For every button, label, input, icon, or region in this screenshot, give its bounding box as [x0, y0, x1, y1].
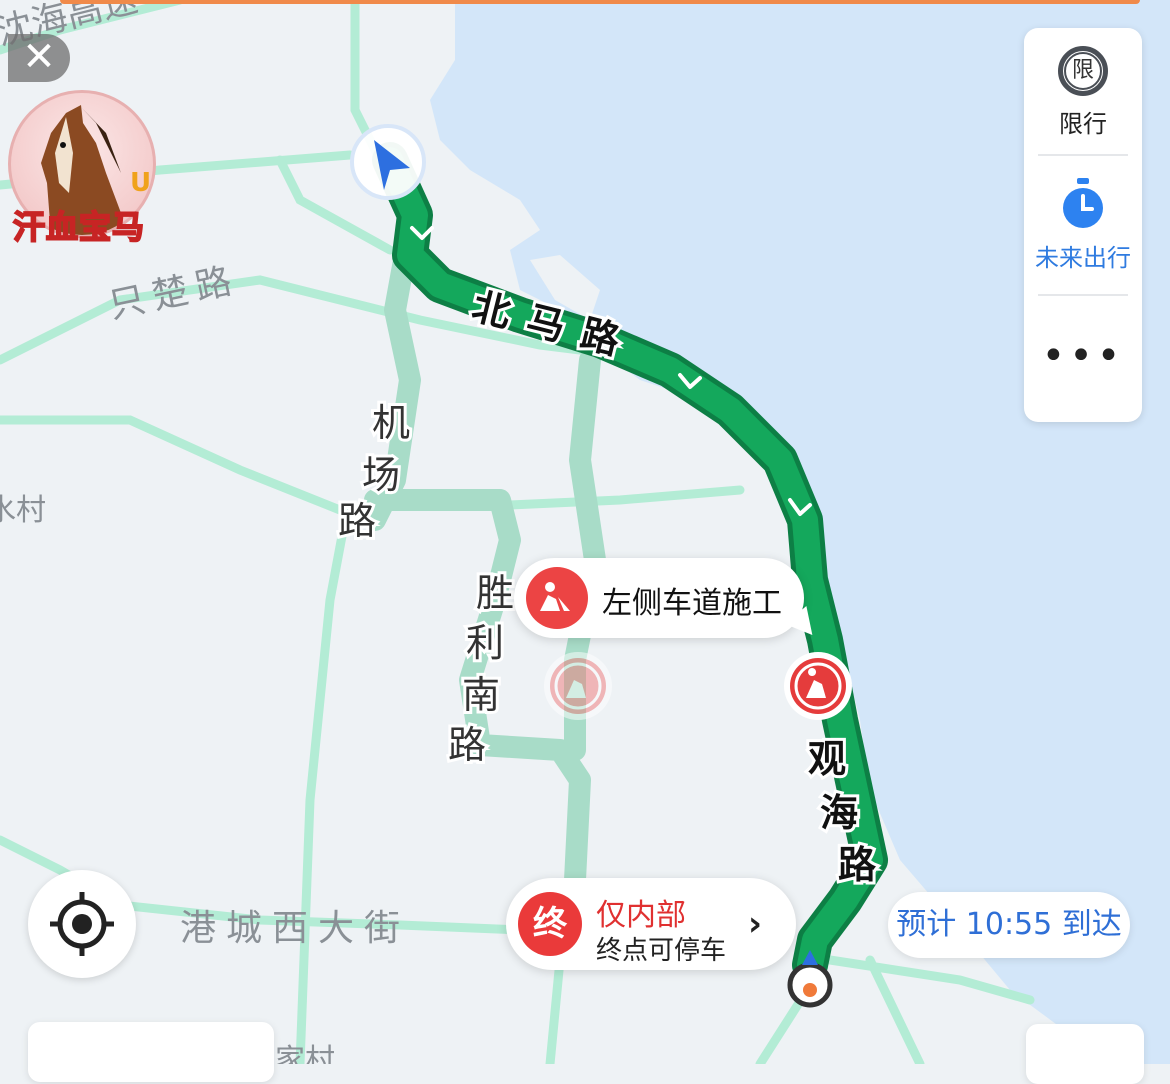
road-label-gangcheng: 港城西大街 [180, 908, 410, 949]
top-status-strip [60, 0, 1140, 4]
svg-text:机: 机 [372, 401, 410, 445]
locate-icon [50, 892, 114, 956]
future-trip-button[interactable]: 未来出行 [1024, 178, 1142, 273]
restriction-button[interactable]: 限 限行 [1024, 46, 1142, 139]
destination-subtitle: 终点可停车 [596, 936, 727, 966]
restriction-icon: 限 [1058, 46, 1108, 96]
badge-label: 汗血宝马 [12, 207, 145, 247]
svg-text:路: 路 [338, 499, 376, 543]
svg-text:路: 路 [838, 843, 877, 887]
svg-text:海: 海 [820, 791, 858, 835]
chevron-right-icon: › [748, 904, 763, 944]
close-button[interactable]: ✕ [8, 34, 70, 82]
badge-accent: U [130, 168, 152, 198]
destination-title: 仅内部 [596, 898, 686, 933]
more-button[interactable]: ••• [1024, 333, 1142, 379]
bottom-panel-right[interactable] [1026, 1024, 1144, 1084]
construction-icon[interactable] [784, 652, 852, 720]
construction-icon[interactable] [544, 652, 612, 720]
divider [1038, 294, 1128, 296]
divider [1038, 154, 1128, 156]
stopwatch-icon [1063, 178, 1103, 228]
svg-text:利: 利 [466, 621, 504, 665]
destination-card[interactable]: 终 仅内部 终点可停车 › [506, 878, 796, 970]
alert-text: 左侧车道施工 [602, 586, 782, 621]
lane-closure-alert[interactable]: 左侧车道施工 [514, 558, 804, 638]
avatar-badge[interactable]: U 汗血宝马 [4, 90, 156, 247]
svg-text:观: 观 [808, 737, 846, 781]
svg-text:胜: 胜 [476, 571, 514, 615]
restriction-label: 限行 [1059, 110, 1107, 138]
end-icon: 终 [518, 892, 582, 956]
svg-text:南: 南 [462, 673, 500, 717]
road-label-jichang: 机 场 路 [335, 398, 413, 546]
bottom-panel-left[interactable] [28, 1022, 274, 1082]
navigation-arrow-icon [350, 124, 426, 200]
svg-text:路: 路 [448, 723, 486, 767]
eta-label: 预计 10:55 到达 [888, 892, 1130, 958]
place-label-village-left: 水村 [0, 493, 46, 528]
svg-text:场: 场 [362, 453, 400, 497]
more-icon: ••• [1041, 333, 1125, 379]
future-trip-label: 未来出行 [1035, 244, 1131, 272]
side-panel: 限 限行 未来出行 ••• [1024, 28, 1142, 422]
road-label-zhichu: 只楚路 [105, 259, 243, 327]
locate-button[interactable] [28, 870, 136, 978]
construction-icon [526, 567, 588, 629]
place-label-village-bottom: 家村 [275, 1043, 335, 1064]
